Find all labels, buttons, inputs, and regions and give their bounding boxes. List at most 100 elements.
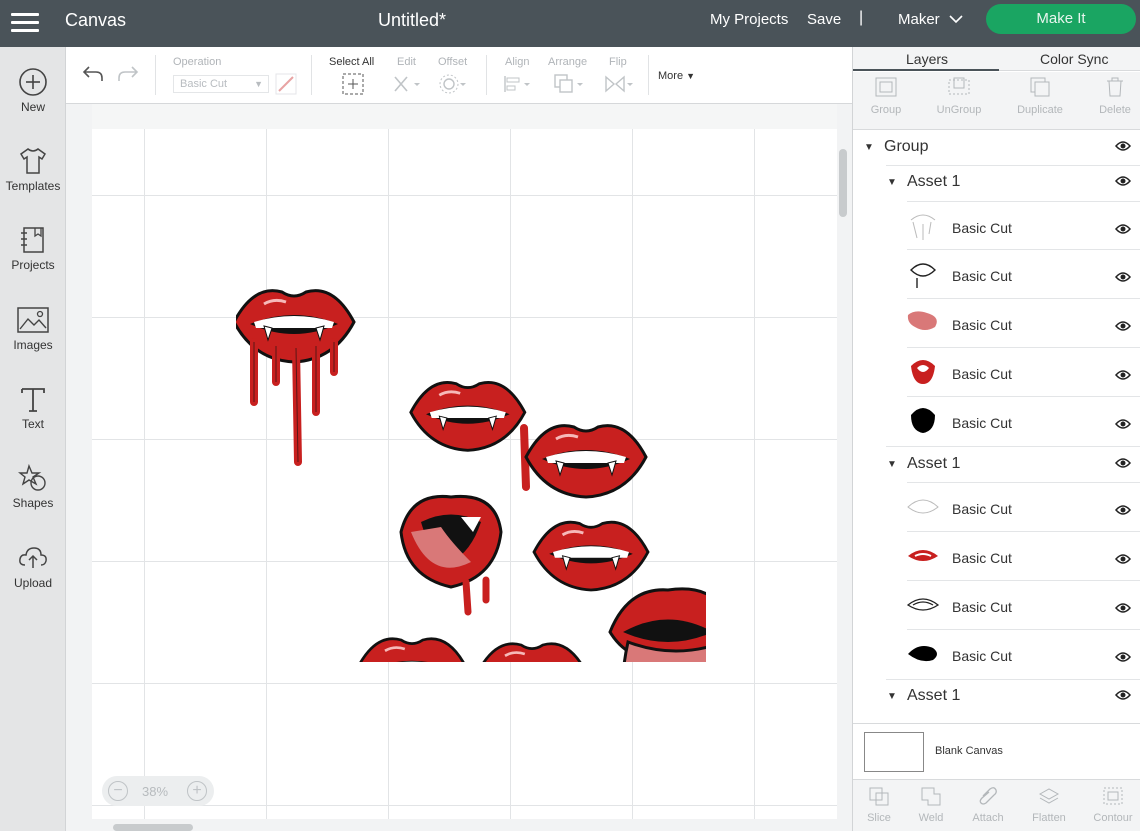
- attach-button[interactable]: Attach: [962, 786, 1014, 824]
- offset-icon[interactable]: [438, 73, 468, 95]
- layer-asset-row[interactable]: ▼ Asset 1: [853, 173, 1140, 193]
- sidebar-item-upload[interactable]: Upload: [0, 543, 66, 590]
- eye-icon[interactable]: [1115, 602, 1131, 614]
- panel-tabs: Layers Color Sync: [853, 47, 1140, 71]
- flip-icon[interactable]: [603, 73, 635, 95]
- weld-icon: [921, 787, 941, 806]
- color-swatch-icon[interactable]: [275, 73, 297, 95]
- tab-layers[interactable]: Layers: [906, 51, 948, 67]
- zoom-level: 38%: [142, 784, 169, 799]
- layer-row[interactable]: Basic Cut: [853, 303, 1140, 347]
- canvas-swatch[interactable]: [864, 732, 924, 772]
- layer-label: Basic Cut: [952, 415, 1012, 431]
- layer-row[interactable]: Basic Cut: [853, 352, 1140, 396]
- save-button[interactable]: Save: [807, 11, 841, 28]
- flatten-icon: [1038, 788, 1060, 804]
- eye-icon[interactable]: [1115, 140, 1131, 152]
- tab-color-sync[interactable]: Color Sync: [1040, 51, 1108, 67]
- layer-row[interactable]: Basic Cut: [853, 206, 1140, 250]
- layer-asset-row[interactable]: ▼ Asset 1: [853, 455, 1140, 475]
- redo-icon[interactable]: [116, 64, 140, 84]
- undo-icon[interactable]: [81, 64, 105, 84]
- duplicate-button[interactable]: Duplicate: [1010, 76, 1070, 116]
- tool-label: Weld: [918, 812, 944, 824]
- flip-label: Flip: [609, 56, 627, 68]
- sidebar-item-images[interactable]: Images: [0, 305, 66, 352]
- layer-row[interactable]: Basic Cut: [853, 254, 1140, 298]
- make-it-button[interactable]: Make It: [986, 4, 1136, 34]
- eye-icon[interactable]: [1115, 504, 1131, 516]
- row-divider: [907, 396, 1140, 397]
- text-icon: [21, 388, 45, 412]
- arrange-icon[interactable]: [553, 73, 585, 95]
- menu-icon[interactable]: [11, 9, 39, 37]
- contour-button[interactable]: Contour: [1087, 786, 1139, 824]
- layer-thumbnail: [911, 360, 935, 384]
- operation-label: Operation: [173, 56, 222, 68]
- vampire-lips-artwork[interactable]: [236, 262, 706, 662]
- row-divider: [907, 249, 1140, 250]
- layer-thumbnail: [910, 214, 936, 240]
- vertical-scrollbar[interactable]: [839, 149, 847, 217]
- more-menu[interactable]: More ▼: [658, 70, 695, 82]
- ungroup-button[interactable]: UnGroup: [929, 76, 989, 116]
- layer-thumbnail: [908, 550, 938, 561]
- horizontal-scrollbar[interactable]: [113, 824, 193, 831]
- layers-panel: Layers Color Sync Group UnGroup Duplicat…: [852, 47, 1140, 831]
- select-all-icon[interactable]: [342, 73, 364, 95]
- delete-button[interactable]: Delete: [1085, 76, 1140, 116]
- image-icon: [17, 307, 49, 333]
- paperclip-icon: [979, 787, 997, 805]
- sidebar-item-shapes[interactable]: Shapes: [0, 463, 66, 510]
- align-icon[interactable]: [502, 73, 532, 95]
- slice-button[interactable]: Slice: [853, 786, 905, 824]
- eye-icon[interactable]: [1115, 553, 1131, 565]
- layer-thumbnail: [910, 263, 936, 288]
- slice-icon: [869, 787, 889, 806]
- eye-icon[interactable]: [1115, 689, 1131, 701]
- sidebar-item-new[interactable]: New: [0, 67, 66, 114]
- edit-toolbar: Operation Basic Cut ▼ Select All Edit Off…: [66, 47, 852, 104]
- layer-row[interactable]: Basic Cut: [853, 401, 1140, 445]
- header-separator: |: [859, 9, 864, 26]
- flatten-button[interactable]: Flatten: [1023, 786, 1075, 824]
- row-divider: [907, 629, 1140, 630]
- layer-row[interactable]: Basic Cut: [853, 585, 1140, 629]
- eye-icon[interactable]: [1115, 457, 1131, 469]
- sidebar-item-projects[interactable]: Projects: [0, 225, 66, 272]
- toolbar-divider: [311, 55, 312, 95]
- operation-select[interactable]: Basic Cut ▼: [173, 75, 269, 93]
- zoom-in-button[interactable]: +: [187, 781, 207, 801]
- sidebar-item-text[interactable]: Text: [0, 384, 66, 431]
- layer-asset-row[interactable]: ▼ Asset 1: [853, 687, 1140, 707]
- layer-row[interactable]: Basic Cut: [853, 536, 1140, 580]
- zoom-out-button[interactable]: −: [108, 781, 128, 801]
- collapse-triangle-icon[interactable]: ▼: [864, 142, 874, 153]
- eye-icon[interactable]: [1115, 369, 1131, 381]
- layer-row[interactable]: Basic Cut: [853, 487, 1140, 531]
- edit-tools-icon[interactable]: [392, 73, 422, 95]
- machine-select[interactable]: Maker: [898, 11, 940, 28]
- eye-icon[interactable]: [1115, 175, 1131, 187]
- tshirt-icon: [20, 148, 46, 174]
- eye-icon[interactable]: [1115, 223, 1131, 235]
- sidebar-item-label: Templates: [5, 179, 61, 193]
- weld-button[interactable]: Weld: [905, 786, 957, 824]
- group-button[interactable]: Group: [856, 76, 916, 116]
- chevron-down-icon[interactable]: [949, 14, 963, 24]
- collapse-triangle-icon[interactable]: ▼: [887, 177, 897, 188]
- blank-canvas-row[interactable]: Blank Canvas: [853, 723, 1140, 779]
- document-title[interactable]: Untitled*: [378, 10, 446, 31]
- layer-row[interactable]: Basic Cut: [853, 634, 1140, 678]
- tool-label: UnGroup: [936, 104, 982, 116]
- layer-group-row[interactable]: ▼ Group: [853, 138, 1140, 158]
- canvas-area[interactable]: − 38% +: [66, 104, 852, 831]
- eye-icon[interactable]: [1115, 271, 1131, 283]
- eye-icon[interactable]: [1115, 418, 1131, 430]
- my-projects-link[interactable]: My Projects: [710, 11, 788, 28]
- eye-icon[interactable]: [1115, 651, 1131, 663]
- collapse-triangle-icon[interactable]: ▼: [887, 459, 897, 470]
- sidebar-item-templates[interactable]: Templates: [0, 146, 66, 193]
- collapse-triangle-icon[interactable]: ▼: [887, 691, 897, 702]
- eye-icon[interactable]: [1115, 320, 1131, 332]
